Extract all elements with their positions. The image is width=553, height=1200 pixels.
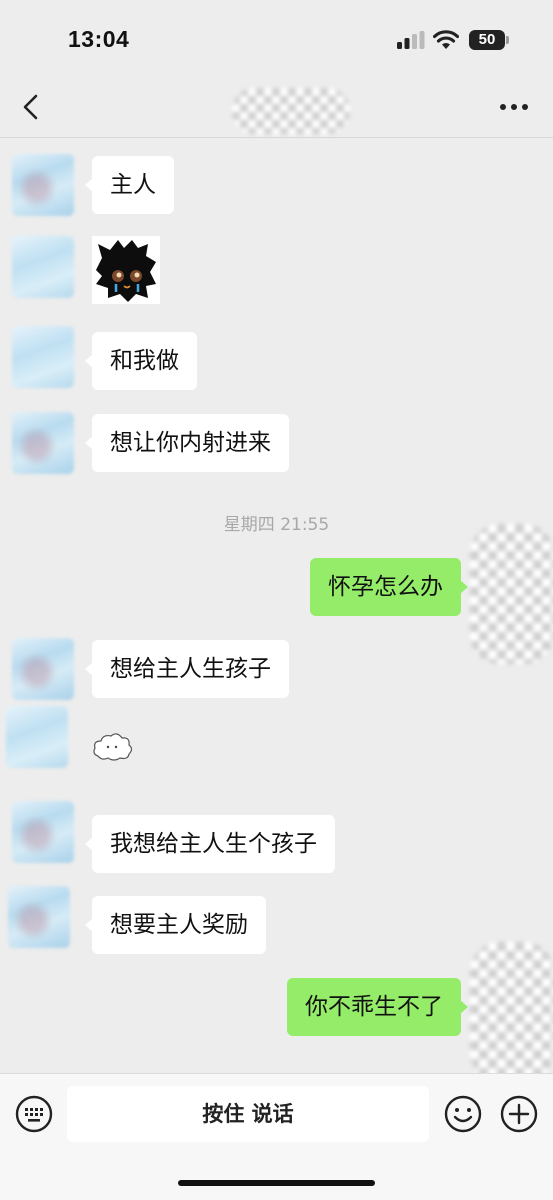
message-bubble-outgoing[interactable]: 你不乖生不了 — [287, 978, 468, 1036]
status-time: 13:04 — [68, 26, 130, 52]
message-row-outgoing: 你不乖生不了 — [0, 942, 553, 1082]
message-timestamp: 星期四 21:55 — [223, 515, 330, 535]
avatar[interactable] — [12, 326, 74, 388]
message-row-incoming — [0, 706, 553, 780]
avatar[interactable] — [12, 412, 74, 474]
emoji-icon[interactable] — [443, 1094, 483, 1134]
contact-name-redacted — [232, 88, 350, 134]
plus-icon[interactable] — [499, 1094, 539, 1134]
avatar[interactable] — [12, 154, 74, 216]
chat-message-list[interactable]: 主人 和我做 想让你内射进来 星期四 21:55 怀孕怎么办 想给主人生孩子 我… — [0, 138, 553, 1082]
battery-icon: 50 — [469, 30, 509, 50]
black-cat-crying-sticker[interactable] — [92, 236, 160, 304]
message-row-incoming — [0, 236, 553, 308]
avatar-self-redacted[interactable] — [470, 942, 553, 1082]
chat-header — [0, 80, 553, 138]
message-bubble-incoming[interactable]: 想给主人生孩子 — [85, 640, 289, 698]
avatar[interactable] — [12, 638, 74, 700]
chevron-left-icon[interactable] — [18, 92, 44, 122]
message-bubble-incoming[interactable]: 想让你内射进来 — [85, 414, 289, 472]
message-bubble-outgoing[interactable]: 怀孕怎么办 — [310, 558, 468, 616]
message-row-incoming: 想要主人奖励 — [0, 886, 553, 954]
avatar[interactable] — [12, 801, 74, 863]
message-bubble-incoming[interactable]: 我想给主人生个孩子 — [85, 815, 335, 873]
avatar[interactable] — [8, 886, 70, 948]
message-row-incoming: 想给主人生孩子 — [0, 638, 553, 700]
status-bar: 13:04 50 — [0, 0, 553, 80]
message-row-incoming: 想让你内射进来 — [0, 412, 553, 474]
wifi-icon — [433, 30, 459, 49]
message-row-incoming: 和我做 — [0, 326, 553, 390]
keyboard-icon[interactable] — [14, 1094, 54, 1134]
cloud-sticker[interactable] — [92, 730, 134, 764]
home-indicator[interactable] — [178, 1180, 375, 1186]
message-bubble-incoming[interactable]: 主人 — [85, 156, 174, 214]
message-bubble-incoming[interactable]: 和我做 — [85, 332, 197, 390]
message-row-incoming: 我想给主人生个孩子 — [0, 801, 553, 873]
avatar[interactable] — [6, 706, 68, 768]
signal-icon — [397, 31, 425, 49]
more-dots-icon[interactable] — [498, 102, 530, 112]
message-row-incoming: 主人 — [0, 154, 553, 216]
hold-to-talk-button[interactable]: 按住 说话 — [67, 1086, 429, 1142]
battery-level: 50 — [469, 30, 505, 50]
message-bubble-incoming[interactable]: 想要主人奖励 — [85, 896, 266, 954]
avatar[interactable] — [12, 236, 74, 298]
message-row-outgoing: 怀孕怎么办 — [0, 524, 553, 664]
